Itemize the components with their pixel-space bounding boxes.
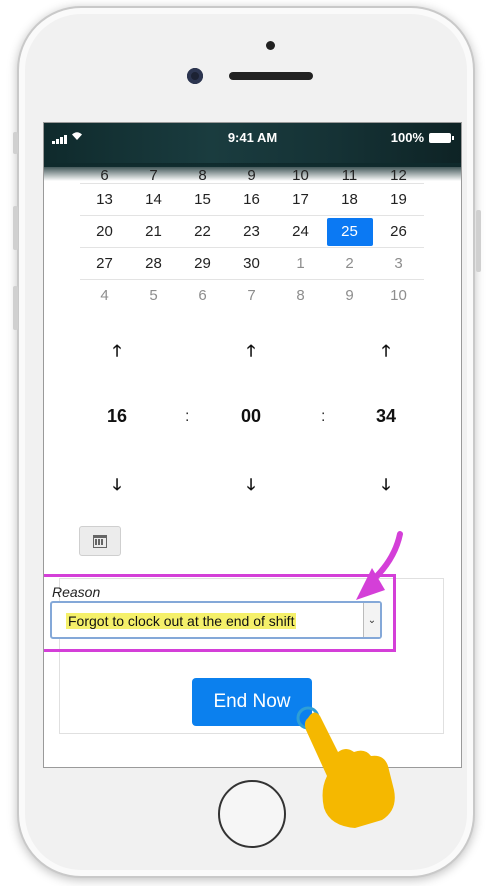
calendar-week-row: 6 7 8 9 10 11 12: [80, 167, 424, 184]
minute-up-arrow-icon[interactable]: 🡑: [241, 340, 261, 367]
second-value[interactable]: 34: [366, 406, 406, 427]
calendar-day[interactable]: 30: [227, 255, 276, 272]
home-button: [218, 780, 286, 848]
calendar-day[interactable]: 14: [129, 191, 178, 208]
calendar-day[interactable]: 17: [276, 191, 325, 208]
calendar-toggle-button[interactable]: [79, 526, 121, 556]
minute-down-arrow-icon[interactable]: 🡓: [241, 474, 261, 501]
callout-highlight-box: [44, 574, 396, 652]
calendar-day[interactable]: 12: [374, 167, 423, 184]
battery-group: 100%: [390, 130, 454, 145]
calendar-day[interactable]: 18: [325, 191, 374, 208]
calendar-day[interactable]: 29: [178, 255, 227, 272]
mute-switch: [13, 132, 18, 154]
calendar-day[interactable]: 10: [374, 287, 423, 304]
hour-up-arrow-icon[interactable]: 🡑: [107, 340, 127, 367]
calendar-day[interactable]: 10: [276, 167, 325, 184]
calendar-day[interactable]: 8: [276, 287, 325, 304]
calendar-day[interactable]: 5: [129, 287, 178, 304]
calendar-day[interactable]: 28: [129, 255, 178, 272]
calendar-day[interactable]: 6: [80, 167, 129, 184]
calendar-day[interactable]: 19: [374, 191, 423, 208]
calendar-day[interactable]: 7: [227, 287, 276, 304]
calendar-day[interactable]: 20: [80, 223, 129, 240]
power-button: [476, 210, 481, 272]
calendar-day[interactable]: 3: [374, 255, 423, 272]
calendar-day[interactable]: 4: [80, 287, 129, 304]
end-now-button[interactable]: End Now: [192, 678, 312, 726]
battery-percent: 100%: [390, 130, 424, 145]
calendar-day[interactable]: 6: [178, 287, 227, 304]
proximity-sensor: [266, 41, 275, 50]
time-separator: :: [321, 408, 326, 425]
calendar-day[interactable]: 9: [227, 167, 276, 184]
calendar-day[interactable]: 24: [276, 223, 325, 240]
calendar-day[interactable]: 11: [325, 167, 374, 184]
calendar-day[interactable]: 9: [325, 287, 374, 304]
date-picker-calendar: 6 7 8 9 10 11 12 13 14 15 16 17 18 19 20 21 22 23 24 25 26 27…: [80, 167, 424, 311]
time-separator: :: [185, 408, 190, 425]
hour-value[interactable]: 16: [97, 406, 137, 427]
volume-down-button: [13, 286, 18, 330]
calendar-day[interactable]: 1: [276, 255, 325, 272]
calendar-day[interactable]: 7: [129, 167, 178, 184]
calendar-day[interactable]: 16: [227, 191, 276, 208]
front-camera: [187, 68, 203, 84]
calendar-day[interactable]: 13: [80, 191, 129, 208]
calendar-week-row: 4 5 6 7 8 9 10: [80, 279, 424, 311]
calendar-day[interactable]: 21: [129, 223, 178, 240]
hour-down-arrow-icon[interactable]: 🡓: [107, 474, 127, 501]
calendar-day[interactable]: 26: [374, 223, 423, 240]
calendar-day-selected[interactable]: 25: [326, 217, 373, 246]
calendar-icon: [93, 534, 107, 548]
second-up-arrow-icon[interactable]: 🡑: [376, 340, 396, 367]
calendar-day[interactable]: 27: [80, 255, 129, 272]
calendar-day[interactable]: 23: [227, 223, 276, 240]
status-bar: 9:41 AM 100%: [44, 123, 461, 181]
minute-value[interactable]: 00: [231, 406, 271, 427]
calendar-week-row: 20 21 22 23 24 25 26: [80, 215, 424, 247]
calendar-day[interactable]: 2: [325, 255, 374, 272]
calendar-week-row: 13 14 15 16 17 18 19: [80, 183, 424, 215]
phone-screen: 9:41 AM 100% 6 7 8 9 10 11 12 13 14 15 16 17 18 19 20 2…: [43, 122, 462, 768]
second-down-arrow-icon[interactable]: 🡓: [376, 474, 396, 501]
calendar-day[interactable]: 15: [178, 191, 227, 208]
battery-icon: [429, 132, 454, 143]
calendar-week-row: 27 28 29 30 1 2 3: [80, 247, 424, 279]
volume-up-button: [13, 206, 18, 250]
calendar-day[interactable]: 8: [178, 167, 227, 184]
earpiece-speaker: [229, 72, 313, 80]
calendar-day[interactable]: 22: [178, 223, 227, 240]
